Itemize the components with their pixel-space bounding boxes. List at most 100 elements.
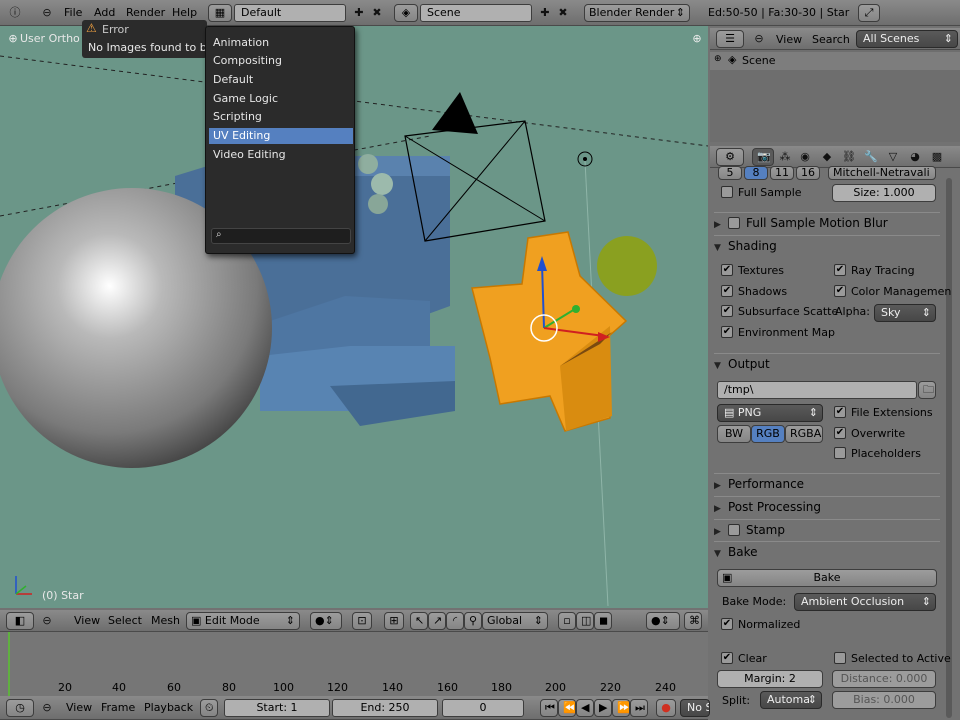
start-frame-field[interactable]: Start: 1 bbox=[224, 699, 330, 717]
modifiers-tab-icon[interactable]: 🔧 bbox=[862, 148, 880, 166]
orientation-select[interactable]: Global ⇕ bbox=[482, 612, 548, 630]
pivot-icon[interactable]: ⊡ bbox=[352, 612, 372, 630]
scene-icon[interactable]: ◈ bbox=[394, 4, 418, 22]
size-field[interactable]: Size: 1.000 bbox=[832, 184, 936, 202]
editor-type-3dview-icon[interactable]: ◧ bbox=[6, 612, 34, 630]
editor-type-timeline-icon[interactable]: ◷ bbox=[6, 699, 34, 717]
render-tab-icon[interactable]: 📷 bbox=[752, 148, 774, 166]
menu-view[interactable]: View bbox=[776, 31, 802, 49]
collapse-menu-icon[interactable]: ⊖ bbox=[38, 4, 56, 22]
collapse-icon[interactable]: ⊖ bbox=[750, 30, 768, 48]
menu-file[interactable]: File bbox=[64, 4, 82, 22]
environment-map-checkbox[interactable]: ✔ bbox=[721, 326, 733, 338]
panel-output[interactable]: ▼ Output bbox=[714, 353, 940, 373]
remove-layout-icon[interactable]: ✖ bbox=[368, 4, 386, 22]
menu-search[interactable]: Search bbox=[812, 31, 850, 49]
play-reverse-icon[interactable]: ◀ bbox=[576, 699, 594, 717]
color-management-checkbox[interactable]: ✔ bbox=[834, 285, 846, 297]
panel-full-sample-motion-blur[interactable]: ▶ Full Sample Motion Blur bbox=[714, 212, 940, 232]
sync-select[interactable]: No S bbox=[680, 699, 710, 717]
editor-type-properties-icon[interactable]: ⚙ bbox=[716, 148, 744, 166]
textures-checkbox[interactable]: ✔ bbox=[721, 264, 733, 276]
add-layout-icon[interactable]: ✚ bbox=[350, 4, 368, 22]
fullscreen-icon[interactable]: ⤢ bbox=[858, 4, 880, 22]
outliner-filter-select[interactable]: All Scenes ⇕ bbox=[856, 30, 958, 48]
rgb-button[interactable]: RGB bbox=[751, 425, 785, 443]
data-tab-icon[interactable]: ▽ bbox=[884, 148, 902, 166]
clear-checkbox[interactable]: ✔ bbox=[721, 652, 733, 664]
file-extensions-checkbox[interactable]: ✔ bbox=[834, 406, 846, 418]
translate-icon[interactable]: ↖ bbox=[410, 612, 428, 630]
layout-item-game-logic[interactable]: Game Logic bbox=[209, 91, 353, 107]
output-path-field[interactable]: /tmp\ bbox=[717, 381, 917, 399]
layout-search-field[interactable]: ⌕ bbox=[211, 228, 351, 244]
manipulator-toggle-icon[interactable]: ⊞ bbox=[384, 612, 404, 630]
subsurface-checkbox[interactable]: ✔ bbox=[721, 305, 733, 317]
preview-range-icon[interactable]: ⏲ bbox=[200, 699, 218, 717]
panel-shading[interactable]: ▼ Shading bbox=[714, 235, 940, 255]
scene-tab-icon[interactable]: ⁂ bbox=[776, 148, 794, 166]
viewport-corner-icon[interactable]: ⊕ bbox=[688, 30, 706, 48]
snap-icon[interactable]: ⌘ bbox=[684, 612, 702, 630]
current-frame-field[interactable]: 0 bbox=[442, 699, 524, 717]
add-scene-icon[interactable]: ✚ bbox=[536, 4, 554, 22]
mode-select[interactable]: ▣ Edit Mode ⇕ bbox=[186, 612, 300, 630]
menu-mesh[interactable]: Mesh bbox=[151, 612, 180, 630]
layout-item-scripting[interactable]: Scripting bbox=[209, 109, 353, 125]
render-engine-select[interactable]: Blender Render ⇕ bbox=[584, 4, 690, 22]
material-tab-icon[interactable]: ◕ bbox=[906, 148, 924, 166]
vertex-select-icon[interactable]: ▫ bbox=[558, 612, 576, 630]
filter-type-select[interactable]: Mitchell-Netravali bbox=[828, 166, 936, 180]
normalized-checkbox[interactable]: ✔ bbox=[721, 618, 733, 630]
sample-5-button[interactable]: 5 bbox=[718, 166, 742, 180]
next-key-icon[interactable]: ⏩ bbox=[612, 699, 630, 717]
expand-icon[interactable]: ⊕ bbox=[714, 54, 722, 64]
shadows-checkbox[interactable]: ✔ bbox=[721, 285, 733, 297]
sample-16-button[interactable]: 16 bbox=[796, 166, 820, 180]
folder-icon[interactable]: 🗀 bbox=[918, 381, 936, 399]
edge-select-icon[interactable]: ◫ bbox=[576, 612, 594, 630]
bias-field[interactable]: Bias: 0.000 bbox=[832, 691, 936, 709]
selected-to-active-checkbox[interactable] bbox=[834, 652, 846, 664]
outliner-row[interactable]: ⊕ ◈ Scene bbox=[710, 52, 960, 70]
file-format-select[interactable]: ▤ PNG ⇕ bbox=[717, 404, 823, 422]
scale-icon[interactable]: ◜ bbox=[446, 612, 464, 630]
texture-tab-icon[interactable]: ▩ bbox=[928, 148, 946, 166]
remove-scene-icon[interactable]: ✖ bbox=[554, 4, 572, 22]
stamp-checkbox[interactable] bbox=[728, 524, 740, 536]
layout-item-compositing[interactable]: Compositing bbox=[209, 53, 353, 69]
record-icon[interactable]: ● bbox=[656, 699, 676, 717]
prev-key-icon[interactable]: ⏪ bbox=[558, 699, 576, 717]
bake-mode-select[interactable]: Ambient Occlusion ⇕ bbox=[794, 593, 936, 611]
jump-end-icon[interactable]: ⏭ bbox=[630, 699, 648, 717]
panel-performance[interactable]: ▶ Performance bbox=[714, 473, 940, 493]
placeholders-checkbox[interactable] bbox=[834, 447, 846, 459]
rgba-button[interactable]: RGBA bbox=[785, 425, 823, 443]
editor-type-icon[interactable]: ⓘ bbox=[6, 4, 24, 22]
distance-field[interactable]: Distance: 0.000 bbox=[832, 670, 936, 688]
face-select-icon[interactable]: ◼ bbox=[594, 612, 612, 630]
editor-type-outliner-icon[interactable]: ☰ bbox=[716, 30, 744, 48]
menu-view[interactable]: View bbox=[66, 699, 92, 717]
panel-bake[interactable]: ▼ Bake bbox=[714, 541, 940, 561]
world-tab-icon[interactable]: ◉ bbox=[796, 148, 814, 166]
full-sample-checkbox[interactable] bbox=[721, 186, 733, 198]
screen-layout-field[interactable]: Default bbox=[234, 4, 346, 22]
scene-field[interactable]: Scene bbox=[420, 4, 532, 22]
motion-blur-checkbox[interactable] bbox=[728, 217, 740, 229]
object-tab-icon[interactable]: ◆ bbox=[818, 148, 836, 166]
menu-playback[interactable]: Playback bbox=[144, 699, 193, 717]
menu-view[interactable]: View bbox=[74, 612, 100, 630]
shading-select[interactable]: ●⇕ bbox=[310, 612, 342, 630]
ray-tracing-checkbox[interactable]: ✔ bbox=[834, 264, 846, 276]
layout-item-animation[interactable]: Animation bbox=[209, 35, 353, 51]
bake-button[interactable]: ▣ Bake bbox=[717, 569, 937, 587]
end-frame-field[interactable]: End: 250 bbox=[332, 699, 438, 717]
menu-select[interactable]: Select bbox=[108, 612, 142, 630]
sample-8-button[interactable]: 8 bbox=[744, 166, 768, 180]
screen-layout-icon[interactable]: ▦ bbox=[208, 4, 232, 22]
panel-stamp[interactable]: ▶ Stamp bbox=[714, 519, 940, 539]
jump-start-icon[interactable]: ⏮ bbox=[540, 699, 558, 717]
rotate-icon[interactable]: ↗ bbox=[428, 612, 446, 630]
bw-button[interactable]: BW bbox=[717, 425, 751, 443]
